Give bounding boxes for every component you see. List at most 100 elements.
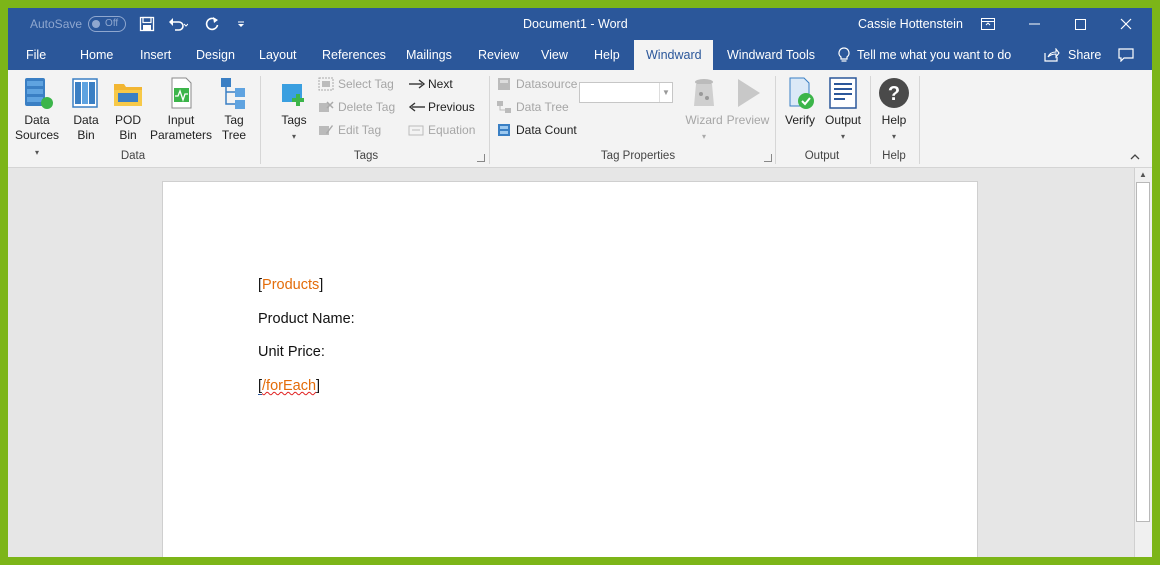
group-separator [260,76,261,164]
scroll-up-icon[interactable]: ▲ [1139,170,1147,179]
data-tree-label: Data Tree [516,100,569,114]
tag-products[interactable]: Products [262,277,319,293]
tag-tree-label-1: Tag [224,113,244,127]
tab-windward[interactable]: Windward [634,40,713,70]
output-document-icon [829,77,857,109]
minimize-icon[interactable] [1011,8,1057,40]
data-count-button[interactable]: Data Count [496,120,577,140]
tab-help[interactable]: Help [594,40,620,70]
unit-price-line[interactable]: Unit Price: [258,344,325,360]
share-button[interactable]: Share [1044,40,1101,70]
edit-tag-label: Edit Tag [338,123,382,137]
tab-review[interactable]: Review [478,40,519,70]
datasource-label: Datasource [516,77,578,91]
preview-label: Preview [726,113,770,127]
product-name-line[interactable]: Product Name: [258,311,355,327]
equation-button[interactable]: Equation [408,120,475,140]
tab-file[interactable]: File [26,40,46,70]
svg-text:?: ? [888,83,900,105]
comments-icon[interactable] [1118,40,1134,70]
lightbulb-icon [838,47,850,62]
share-label: Share [1068,48,1102,62]
undo-icon[interactable] [168,8,188,40]
edit-tag-icon [318,123,334,137]
output-button[interactable]: Output ▾ [821,76,865,144]
pod-bin-label-1: POD [114,113,141,127]
data-tree-button[interactable]: Data Tree [496,97,569,117]
delete-tag-icon [318,100,334,114]
tab-view[interactable]: View [541,40,568,70]
autosave-state: Off [105,18,119,29]
delete-tag-button[interactable]: Delete Tag [318,97,395,117]
tell-me-search[interactable]: Tell me what you want to do [837,40,1011,70]
dropdown-caret-icon: ▾ [701,132,706,141]
select-tag-button[interactable]: Select Tag [318,74,394,94]
tab-mailings[interactable]: Mailings [406,40,452,70]
dropdown-caret-icon: ▾ [840,132,845,141]
maximize-icon[interactable] [1057,8,1103,40]
preview-button[interactable]: Preview [726,76,770,128]
data-bin-label-2: Bin [77,128,95,142]
data-sources-button[interactable]: Data Sources ▾ [12,76,62,160]
tab-references[interactable]: References [322,40,386,70]
select-tag-icon [318,77,334,91]
document-page[interactable]: [Products] Product Name: Unit Price: [/f… [162,181,978,557]
edit-tag-button[interactable]: Edit Tag [318,120,381,140]
group-label-output: Output [804,150,840,162]
redo-icon[interactable] [204,8,220,40]
tag-properties-dialog-launcher-icon[interactable] [764,154,772,162]
help-button[interactable]: ? Help ▾ [876,76,912,144]
next-label: Next [428,77,453,91]
input-parameters-icon [171,77,192,109]
tab-layout[interactable]: Layout [259,40,297,70]
tags-dialog-launcher-icon[interactable] [477,154,485,162]
datasource-select[interactable]: ▼ [579,82,673,103]
arrow-left-icon [408,100,425,114]
chevron-down-icon: ▼ [659,83,672,102]
tag-products-line[interactable]: [Products] [258,277,323,293]
next-tag-button[interactable]: Next [408,74,453,94]
tag-close-bracket: ] [319,277,324,293]
verify-label: Verify [784,113,815,127]
verify-button[interactable]: Verify [784,76,816,128]
output-label: Output [824,113,862,127]
ribbon-display-options-icon[interactable] [965,8,1011,40]
wizard-button[interactable]: Wizard ▾ [683,76,725,144]
tab-home[interactable]: Home [80,40,113,70]
data-bin-button[interactable]: Data Bin [68,76,104,143]
tags-label: Tags [281,113,307,127]
ribbon-tabs: File Home Insert Design Layout Reference… [8,40,1152,70]
data-bin-icon [72,78,98,108]
customize-qat-icon[interactable] [236,8,246,40]
tab-insert[interactable]: Insert [140,40,171,70]
data-sources-label-1: Data [24,113,50,127]
tag-close-bracket: ] [316,378,321,394]
word-window: AutoSave Off Document1 - Word Cassie Hot… [8,8,1152,557]
save-icon[interactable] [139,8,155,40]
previous-tag-button[interactable]: Previous [408,97,475,117]
close-icon[interactable] [1103,8,1149,40]
tags-button[interactable]: Tags ▾ [276,76,312,144]
input-parameters-button[interactable]: Input Parameters [150,76,212,143]
autosave-control[interactable]: AutoSave Off [30,8,127,40]
document-area: [Products] Product Name: Unit Price: [/f… [8,168,1134,557]
tag-tree-button[interactable]: Tag Tree [218,76,250,143]
group-label-tags: Tags [353,150,379,162]
share-icon [1044,48,1060,62]
user-name[interactable]: Cassie Hottenstein [858,8,963,40]
autosave-toggle[interactable]: Off [88,16,127,32]
autosave-label: AutoSave [30,17,83,31]
tab-windward-tools[interactable]: Windward Tools [727,40,815,70]
tab-design[interactable]: Design [196,40,235,70]
tag-foreach-end-line[interactable]: [/forEach] [258,378,321,395]
scrollbar-thumb[interactable] [1136,182,1150,522]
datasource-label-item: Datasource [496,74,577,94]
input-parameters-label-2: Parameters [150,128,213,142]
dropdown-caret-icon: ▾ [34,148,39,157]
vertical-scrollbar[interactable]: ▲ [1134,168,1152,557]
help-label: Help [881,113,907,127]
pod-bin-button[interactable]: POD Bin [110,76,146,143]
play-icon [738,79,760,107]
collapse-ribbon-icon[interactable] [1130,153,1140,164]
tag-foreach-end[interactable]: /forEach [262,378,316,394]
